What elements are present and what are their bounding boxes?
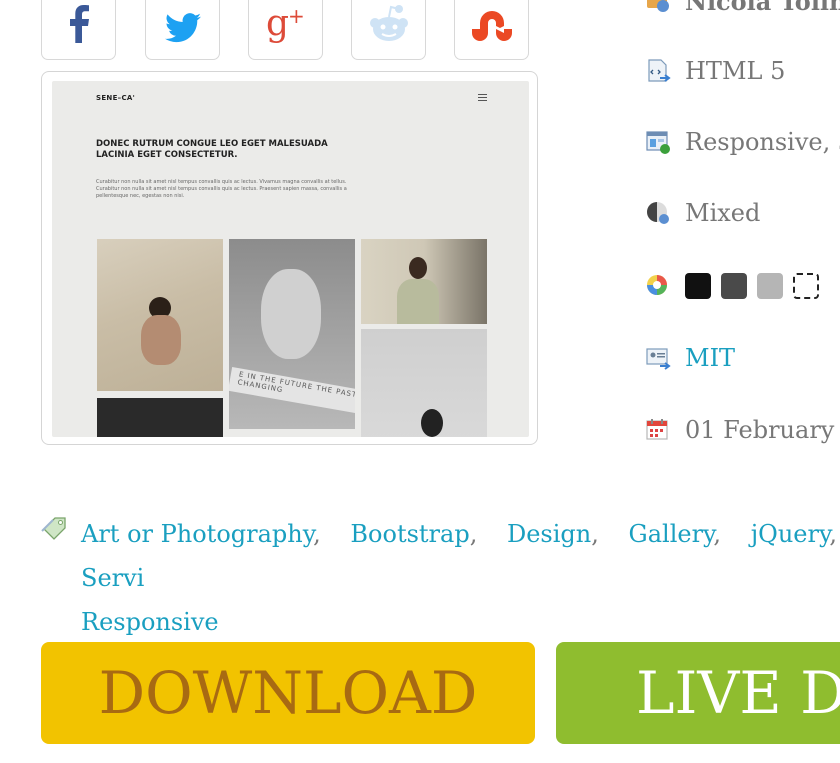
preview-brand: SENE–CA'	[96, 94, 136, 102]
svg-text:+: +	[288, 4, 305, 28]
style-icon	[647, 202, 669, 224]
detail-date: 01 February 2	[645, 415, 840, 445]
preview-headline: DONEC RUTRUM CONGUE LEO EGET MALESUADA L…	[96, 139, 328, 160]
twitter-share-button[interactable]	[145, 0, 220, 60]
svg-text:g: g	[266, 3, 289, 43]
tag-link[interactable]: Responsive	[81, 600, 840, 644]
stumbleupon-share-button[interactable]	[454, 0, 529, 60]
html-file-icon	[648, 59, 671, 82]
color-palette-icon	[647, 275, 667, 295]
google-plus-icon: g +	[266, 3, 305, 43]
author-name: Nicola Tolin	[685, 0, 840, 16]
color-swatch	[793, 273, 819, 299]
theme-preview-image: SENE–CA' DONEC RUTRUM CONGUE LEO EGET MA…	[52, 81, 529, 437]
layout-text: Responsive, 3	[685, 128, 840, 156]
detail-layout: Responsive, 3	[645, 127, 840, 157]
reddit-icon	[369, 5, 408, 41]
preview-photo-woman	[361, 329, 487, 437]
reddit-share-button[interactable]	[351, 0, 426, 60]
tag-link[interactable]: Design	[507, 520, 591, 548]
tag-link[interactable]: Gallery	[629, 520, 714, 548]
color-swatch	[757, 273, 783, 299]
detail-license: MIT	[645, 343, 735, 373]
live-demo-button[interactable]: LIVE DE	[556, 642, 840, 744]
detail-html-version: HTML 5	[645, 56, 785, 86]
google-plus-share-button[interactable]: g +	[248, 0, 323, 60]
download-button[interactable]: DOWNLOAD	[41, 642, 535, 744]
layout-icon	[646, 131, 670, 154]
html-version-text: HTML 5	[685, 57, 786, 85]
preview-photo-woman-banner: E IN THE FUTURE THE PAST CHANGING	[229, 239, 355, 429]
stumbleupon-icon	[471, 11, 512, 41]
author-icon	[647, 0, 669, 12]
color-swatch	[721, 273, 747, 299]
detail-colors	[645, 271, 829, 301]
license-link[interactable]: MIT	[685, 344, 735, 372]
preview-photo-seated-person	[97, 239, 223, 391]
tag-link[interactable]: Bootstrap	[350, 520, 469, 548]
facebook-icon	[69, 5, 89, 43]
preview-photo-man	[361, 239, 487, 324]
tags-icon	[41, 517, 66, 540]
preview-banner-text: E IN THE FUTURE THE PAST CHANGING	[229, 367, 355, 415]
calendar-icon	[646, 419, 668, 440]
facebook-share-button[interactable]	[41, 0, 116, 60]
tag-link[interactable]: Servi	[81, 564, 144, 592]
twitter-icon	[164, 13, 201, 43]
theme-preview-card[interactable]: SENE–CA' DONEC RUTRUM CONGUE LEO EGET MA…	[41, 71, 538, 445]
preview-photo-dark	[97, 398, 223, 437]
color-swatch	[685, 273, 711, 299]
tag-link[interactable]: jQuery	[751, 520, 830, 548]
style-text: Mixed	[685, 199, 761, 227]
tags-list: Art or Photography, Bootstrap, Design, G…	[81, 512, 840, 644]
tag-link[interactable]: Art or Photography	[81, 520, 313, 548]
preview-body-text: Curabitur non nulla sit amet nisl tempus…	[96, 179, 347, 199]
date-text: 01 February 2	[685, 416, 840, 444]
license-icon	[646, 348, 671, 370]
detail-author: Nicola Tolin	[645, 0, 840, 16]
detail-style: Mixed	[645, 198, 760, 228]
hamburger-icon	[478, 94, 487, 103]
